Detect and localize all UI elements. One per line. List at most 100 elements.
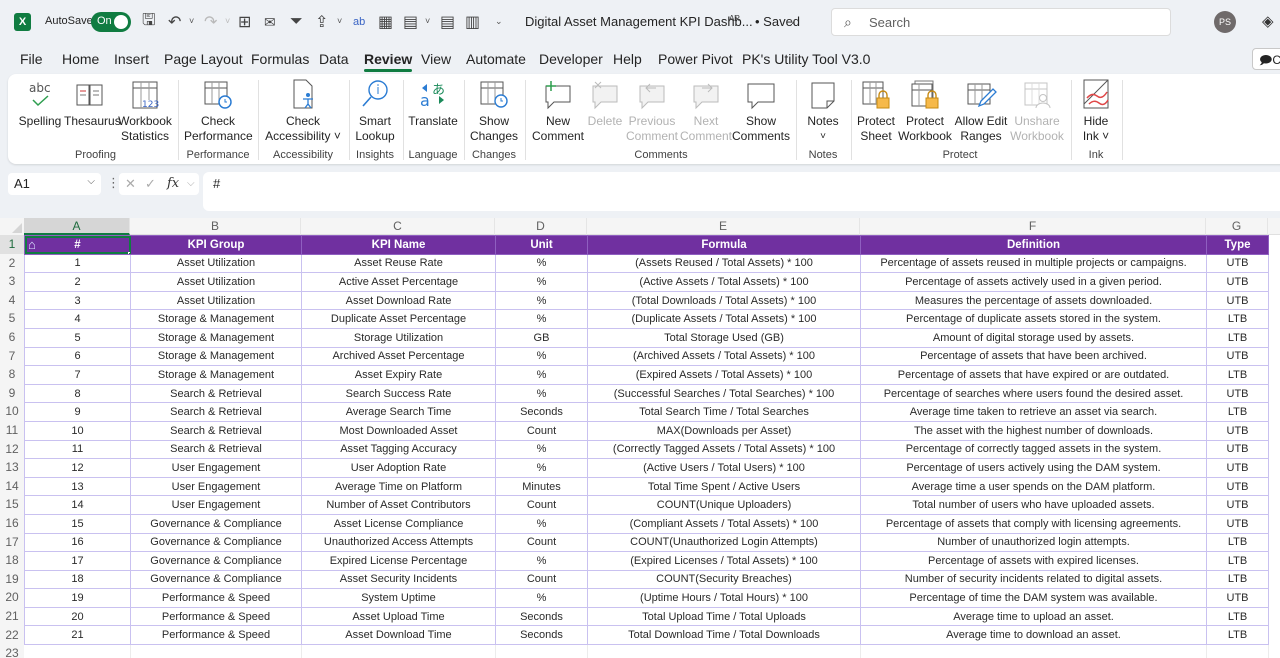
fx-dropdown-icon[interactable]: ⌵ — [187, 178, 195, 189]
row-header[interactable]: 17 — [0, 532, 24, 552]
enter-check-icon[interactable]: ✓ — [145, 176, 156, 192]
cell-kpi-name[interactable]: Expired License Percentage — [301, 551, 496, 571]
cell-unit[interactable]: % — [495, 458, 588, 478]
cell-definition[interactable]: Percentage of duplicate assets stored in… — [860, 309, 1207, 329]
cell-number[interactable]: 13 — [24, 476, 131, 497]
empty-cell[interactable] — [587, 644, 861, 658]
cell-definition[interactable]: Percentage of assets that have been arch… — [860, 346, 1207, 367]
column-header-b[interactable]: B — [130, 218, 301, 235]
cell-kpi-name[interactable]: Asset Security Incidents — [301, 569, 496, 590]
calculator-icon[interactable]: ▤ — [440, 12, 455, 32]
header-cell-type[interactable]: Type — [1206, 235, 1269, 255]
row-header[interactable]: 11 — [0, 421, 24, 440]
previous-comment-button[interactable]: Previous Comment — [626, 78, 678, 144]
cell-definition[interactable]: The asset with the highest number of dow… — [860, 420, 1207, 441]
cell-number[interactable]: 18 — [24, 569, 131, 590]
row-header[interactable]: 21 — [0, 607, 24, 626]
cell-definition[interactable]: Number of security incidents related to … — [860, 569, 1207, 590]
cell-unit[interactable]: Count — [495, 495, 588, 515]
cell-unit[interactable]: Seconds — [495, 606, 588, 627]
cell-number[interactable]: 8 — [24, 383, 131, 404]
translate-button[interactable]: aあ Translate — [408, 78, 458, 129]
cell-kpi-group[interactable]: Asset Utilization — [130, 253, 302, 274]
cell-kpi-group[interactable]: Search & Retrieval — [130, 439, 302, 460]
row-header[interactable]: 13 — [0, 458, 24, 477]
new-comment-button[interactable]: New Comment — [532, 78, 584, 144]
next-comment-button[interactable]: Next Comment — [680, 78, 732, 144]
delete-comment-button[interactable]: Delete — [586, 78, 624, 129]
cell-kpi-group[interactable]: Storage & Management — [130, 346, 302, 367]
cell-definition[interactable]: Percentage of assets reused in multiple … — [860, 253, 1207, 274]
cell-unit[interactable]: Count — [495, 532, 588, 553]
save-status-dropdown-icon[interactable]: ˅ — [790, 17, 795, 27]
check-performance-button[interactable]: Check Performance — [184, 78, 253, 144]
spelling-button[interactable]: abc Spelling — [18, 78, 62, 129]
share-icon[interactable]: ⇪ — [315, 12, 328, 32]
cell-unit[interactable]: % — [495, 346, 588, 367]
cell-number[interactable]: 9 — [24, 402, 131, 422]
cell-type[interactable]: UTB — [1206, 346, 1269, 367]
cell-formula[interactable]: Total Search Time / Total Searches — [587, 402, 861, 422]
show-changes-button[interactable]: Show Changes — [469, 78, 519, 144]
cell-kpi-group[interactable]: User Engagement — [130, 495, 302, 515]
cell-kpi-group[interactable]: Performance & Speed — [130, 588, 302, 608]
tab-insert[interactable]: Insert — [114, 47, 149, 67]
cell-kpi-name[interactable]: System Uptime — [301, 588, 496, 608]
row-header[interactable]: 6 — [0, 328, 24, 347]
cell-kpi-name[interactable]: Asset Upload Time — [301, 606, 496, 627]
tab-power-pivot[interactable]: Power Pivot — [658, 47, 733, 67]
tab-review[interactable]: Review — [364, 47, 413, 72]
cell-definition[interactable]: Percentage of assets that have expired o… — [860, 365, 1207, 385]
header-cell-definition[interactable]: Definition — [860, 235, 1207, 255]
cell-definition[interactable]: Percentage of users actively using the D… — [860, 458, 1207, 478]
undo-icon[interactable]: ↶ — [168, 12, 181, 32]
cell-kpi-group[interactable]: Storage & Management — [130, 309, 302, 329]
cell-definition[interactable]: Total number of users who have uploaded … — [860, 495, 1207, 515]
cell-definition[interactable]: Measures the percentage of assets downlo… — [860, 290, 1207, 311]
search-box[interactable]: ⌕ Search — [831, 8, 1171, 36]
cell-unit[interactable]: % — [495, 309, 588, 329]
cell-kpi-group[interactable]: Search & Retrieval — [130, 383, 302, 404]
cell-number[interactable]: 2 — [24, 272, 131, 292]
cell-number[interactable]: 12 — [24, 458, 131, 478]
header-cell-unit[interactable]: Unit — [495, 235, 588, 255]
thesaurus-button[interactable]: Thesaurus — [64, 78, 121, 129]
cell-formula[interactable]: (Compliant Assets / Total Assets) * 100 — [587, 513, 861, 534]
cell-definition[interactable]: Amount of digital storage used by assets… — [860, 327, 1207, 348]
tab-view[interactable]: View — [421, 47, 451, 67]
cell-type[interactable]: UTB — [1206, 476, 1269, 497]
cell-kpi-group[interactable]: Search & Retrieval — [130, 420, 302, 441]
cell-definition[interactable]: Number of unauthorized login attempts. — [860, 532, 1207, 553]
save-sync-icon[interactable]: 🖫 — [142, 12, 156, 32]
cell-kpi-group[interactable]: Governance & Compliance — [130, 513, 302, 534]
cell-type[interactable]: LTB — [1206, 551, 1269, 571]
cell-formula[interactable]: (Uptime Hours / Total Hours) * 100 — [587, 588, 861, 608]
cell-definition[interactable]: Average time a user spends on the DAM pl… — [860, 476, 1207, 497]
row-header[interactable]: 15 — [0, 495, 24, 514]
row-header[interactable]: 9 — [0, 383, 24, 403]
cancel-icon[interactable]: ✕ — [125, 176, 136, 192]
tab-formulas[interactable]: Formulas — [251, 47, 309, 67]
calculator-icon[interactable]: ▤ — [403, 12, 418, 32]
redo-icon[interactable]: ↷ — [204, 12, 217, 32]
cell-kpi-name[interactable]: Average Search Time — [301, 402, 496, 422]
cell-kpi-name[interactable]: Most Downloaded Asset — [301, 420, 496, 441]
cell-kpi-name[interactable]: Asset License Compliance — [301, 513, 496, 534]
cell-unit[interactable]: Count — [495, 420, 588, 441]
row-header[interactable]: 16 — [0, 514, 24, 533]
cell-kpi-name[interactable]: Number of Asset Contributors — [301, 495, 496, 515]
email-icon[interactable]: ✉ — [264, 12, 276, 32]
column-header-c[interactable]: C — [301, 218, 495, 235]
workbook-statistics-button[interactable]: 123 Workbook Statistics — [118, 78, 172, 144]
customize-toolbar-icon[interactable]: ⌄ — [495, 16, 503, 27]
cell-type[interactable]: UTB — [1206, 513, 1269, 534]
cell-definition[interactable]: Average time to download an asset. — [860, 625, 1207, 646]
check-accessibility-button[interactable]: Check Accessibility ˅ — [264, 78, 342, 144]
empty-cell[interactable] — [130, 644, 302, 658]
cell-unit[interactable]: Seconds — [495, 625, 588, 646]
cell-type[interactable]: UTB — [1206, 439, 1269, 460]
row-header[interactable]: 7 — [0, 346, 24, 366]
filter-form-icon[interactable]: ▥ — [465, 12, 480, 32]
cell-definition[interactable]: Average time to upload an asset. — [860, 606, 1207, 627]
cell-type[interactable]: LTB — [1206, 402, 1269, 422]
